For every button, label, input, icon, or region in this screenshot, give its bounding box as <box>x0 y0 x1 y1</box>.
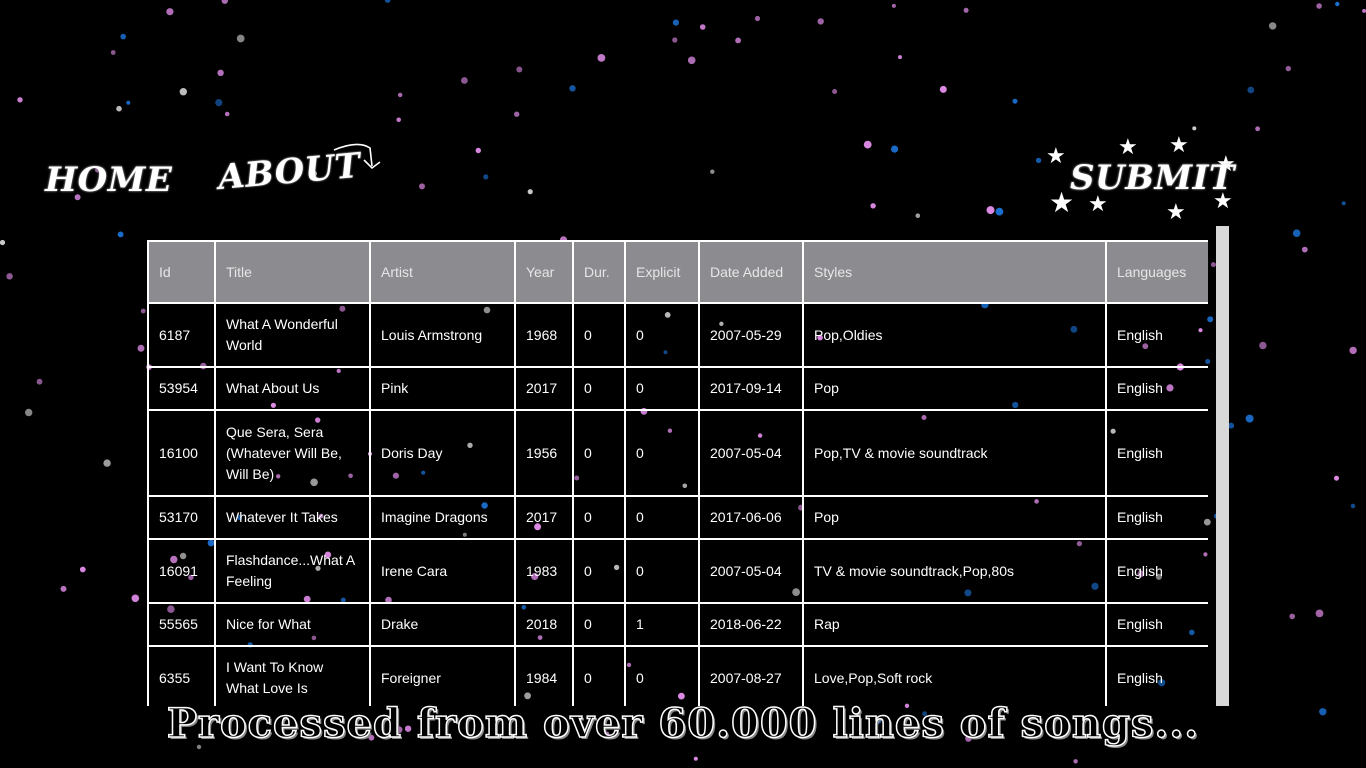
table-cell: I Want To Know What Love Is <box>214 645 371 706</box>
table-cell: 0 <box>572 409 626 497</box>
table-cell: English <box>1105 409 1208 497</box>
table-cell: 6355 <box>147 645 216 706</box>
table-cell: English <box>1105 495 1208 540</box>
table-cell: 1983 <box>514 538 574 604</box>
table-cell: What About Us <box>214 366 371 411</box>
table-row[interactable]: 16100 Que Sera, Sera (Whatever Will Be, W… <box>147 409 1208 497</box>
star-icon: ★ <box>1169 132 1189 157</box>
table-cell: 16091 <box>147 538 216 604</box>
table-cell: 1 <box>624 602 700 647</box>
songs-table: Id Title Artist Year Dur. Explicit Date Added S… <box>147 240 1208 706</box>
column-header: Id <box>147 240 216 304</box>
table-cell: 2017-09-14 <box>698 366 804 411</box>
table-cell: 2017-06-06 <box>698 495 804 540</box>
table-cell: Que Sera, Sera (Whatever Will Be, Will B… <box>214 409 371 497</box>
table-cell: Pop <box>802 366 1107 411</box>
column-header: Title <box>214 240 371 304</box>
table-cell: 55565 <box>147 602 216 647</box>
table-header-row: Id Title Artist Year Dur. Explicit Date Added S… <box>147 240 1208 304</box>
table-cell: Foreigner <box>369 645 516 706</box>
table-cell: English <box>1105 602 1208 647</box>
table-cell: 1984 <box>514 645 574 706</box>
table-cell: 53170 <box>147 495 216 540</box>
songs-table-container[interactable]: Id Title Artist Year Dur. Explicit Date Added S… <box>147 240 1208 706</box>
table-cell: 0 <box>624 366 700 411</box>
column-header: Languages <box>1105 240 1208 304</box>
table-cell: Pop <box>802 495 1107 540</box>
table-cell: Pop,TV & movie soundtrack <box>802 409 1107 497</box>
column-header: Styles <box>802 240 1107 304</box>
table-cell: English <box>1105 645 1208 706</box>
table-cell: Irene Cara <box>369 538 516 604</box>
star-icon: ★ <box>1118 134 1138 159</box>
star-icon: ★ <box>1166 199 1186 224</box>
table-cell: 0 <box>624 538 700 604</box>
table-cell: Pink <box>369 366 516 411</box>
table-cell: English <box>1105 302 1208 368</box>
table-row[interactable]: 55565 Nice for What Drake 2018 0 1 2018-06-22 R… <box>147 602 1208 647</box>
table-cell: Pop,Oldies <box>802 302 1107 368</box>
star-icon: ★ <box>1046 143 1066 168</box>
table-cell: 2007-05-04 <box>698 538 804 604</box>
table-cell: 2007-05-29 <box>698 302 804 368</box>
table-cell: English <box>1105 366 1208 411</box>
table-cell: 2018-06-22 <box>698 602 804 647</box>
table-cell: 1968 <box>514 302 574 368</box>
table-cell: 2017 <box>514 366 574 411</box>
table-cell: 16100 <box>147 409 216 497</box>
table-cell: Whatever It Takes <box>214 495 371 540</box>
table-cell: 0 <box>572 495 626 540</box>
table-cell: Louis Armstrong <box>369 302 516 368</box>
table-cell: 1956 <box>514 409 574 497</box>
table-cell: Rap <box>802 602 1107 647</box>
table-cell: 0 <box>624 302 700 368</box>
table-cell: 0 <box>572 538 626 604</box>
table-cell: 0 <box>572 602 626 647</box>
table-cell: TV & movie soundtrack,Pop,80s <box>802 538 1107 604</box>
table-cell: Imagine Dragons <box>369 495 516 540</box>
table-cell: 2007-05-04 <box>698 409 804 497</box>
footer-caption: Processed from over 60.000 lines of song… <box>166 699 1200 748</box>
table-cell: 0 <box>572 366 626 411</box>
submit-link[interactable]: SUBMIT <box>1070 158 1235 198</box>
table-cell: What A Wonderful World <box>214 302 371 368</box>
table-cell: 2017 <box>514 495 574 540</box>
table-cell: English <box>1105 538 1208 604</box>
table-cell: Love,Pop,Soft rock <box>802 645 1107 706</box>
table-cell: 0 <box>624 645 700 706</box>
table-cell: 2018 <box>514 602 574 647</box>
table-cell: 0 <box>624 495 700 540</box>
column-header: Date Added <box>698 240 804 304</box>
table-row[interactable]: 16091 Flashdance...What A Feeling Irene Ca… <box>147 538 1208 604</box>
table-cell: 0 <box>572 302 626 368</box>
table-cell: Nice for What <box>214 602 371 647</box>
curved-arrow-icon <box>333 143 381 170</box>
table-cell: 53954 <box>147 366 216 411</box>
table-cell: Drake <box>369 602 516 647</box>
column-header: Year <box>514 240 574 304</box>
table-cell: Flashdance...What A Feeling <box>214 538 371 604</box>
column-header: Artist <box>369 240 516 304</box>
table-row[interactable]: 53954 What About Us Pink 2017 0 0 2017-09-14 Po… <box>147 366 1208 411</box>
table-cell: Doris Day <box>369 409 516 497</box>
table-cell: 0 <box>572 645 626 706</box>
column-header: Explicit <box>624 240 700 304</box>
home-link[interactable]: HOME <box>45 160 172 200</box>
table-cell: 6187 <box>147 302 216 368</box>
table-row[interactable]: 6187 What A Wonderful World Louis Armstron… <box>147 302 1208 368</box>
table-row[interactable]: 6355 I Want To Know What Love Is Foreigner… <box>147 645 1208 706</box>
table-row[interactable]: 53170 Whatever It Takes Imagine Dragons 201… <box>147 495 1208 540</box>
column-header: Dur. <box>572 240 626 304</box>
table-cell: 0 <box>624 409 700 497</box>
table-scrollbar[interactable] <box>1216 226 1229 706</box>
table-cell: 2007-08-27 <box>698 645 804 706</box>
